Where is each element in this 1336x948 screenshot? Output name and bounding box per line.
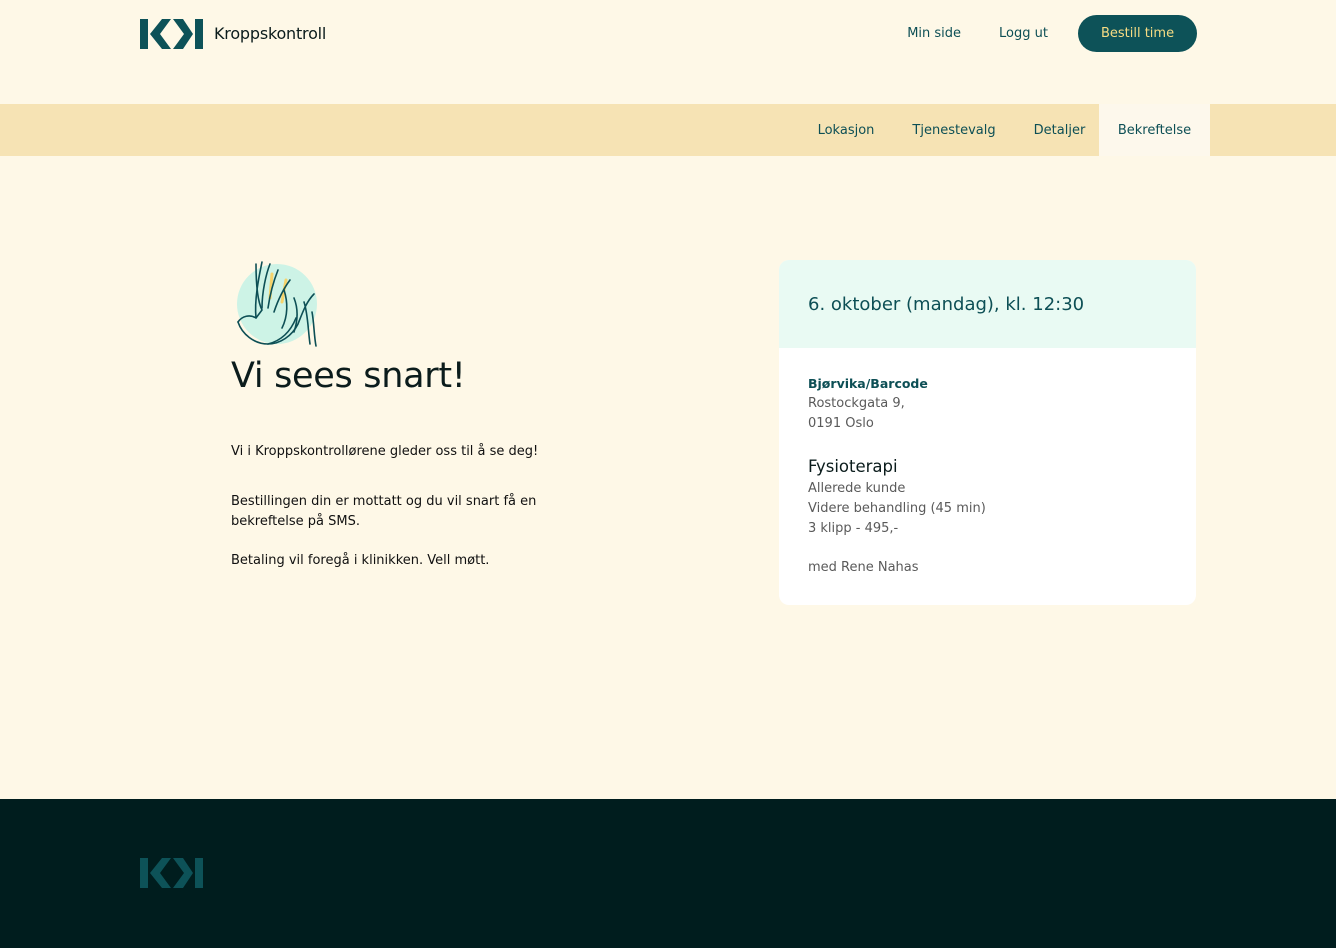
booking-summary-card: 6. oktober (mandag), kl. 12:30 Bjørvika/… xyxy=(779,260,1196,605)
brand-name: Kroppskontroll xyxy=(214,24,327,43)
confirmation-sms-text: Bestillingen din er mottatt og du vil sn… xyxy=(231,494,537,529)
brand-logo-link[interactable]: Kroppskontroll xyxy=(140,18,326,49)
treatment-price: 3 klipp - 495,- xyxy=(808,521,899,536)
customer-type: Allerede kunde xyxy=(808,481,906,496)
confirmation-headline: Vi sees snart! xyxy=(231,356,466,396)
waving-hand-icon xyxy=(237,261,317,347)
confirmation-greeting-text: Vi i Kroppskontrollørene gleder oss til … xyxy=(231,444,539,459)
confirmation-payment-text: Betaling vil foregå i klinikken. Vell mø… xyxy=(231,553,490,568)
step-tjenestevalg[interactable]: Tjenestevalg xyxy=(898,104,1010,156)
kroppskontroll-footer-logo-icon xyxy=(140,858,203,888)
nav-min-side-link[interactable]: Min side xyxy=(907,26,961,41)
site-footer xyxy=(0,799,1336,948)
nav-logout-link[interactable]: Logg ut xyxy=(999,26,1048,41)
clinic-address-line-1: Rostockgata 9, xyxy=(808,396,905,411)
clinic-address-line-2: 0191 Oslo xyxy=(808,416,874,431)
top-navigation: Min side Logg ut Bestill time xyxy=(907,15,1197,52)
service-title: Fysioterapi xyxy=(808,457,898,476)
practitioner-name: med Rene Nahas xyxy=(808,560,919,575)
kroppskontroll-logo-icon xyxy=(140,18,203,49)
clinic-name: Bjørvika/Barcode xyxy=(808,376,928,391)
booking-datetime: 6. oktober (mandag), kl. 12:30 xyxy=(808,293,1085,315)
step-bekreftelse[interactable]: Bekreftelse xyxy=(1099,104,1210,156)
step-lokasjon[interactable]: Lokasjon xyxy=(804,104,888,156)
treatment-type: Videre behandling (45 min) xyxy=(808,501,986,516)
booking-datetime-header: 6. oktober (mandag), kl. 12:30 xyxy=(779,260,1196,348)
site-header: Kroppskontroll Min side Logg ut Bestill … xyxy=(0,0,1336,104)
book-appointment-button[interactable]: Bestill time xyxy=(1078,15,1197,52)
step-detaljer[interactable]: Detaljer xyxy=(1020,104,1099,156)
booking-steps-bar: Lokasjon Tjenestevalg Detaljer Bekreftel… xyxy=(0,104,1336,156)
